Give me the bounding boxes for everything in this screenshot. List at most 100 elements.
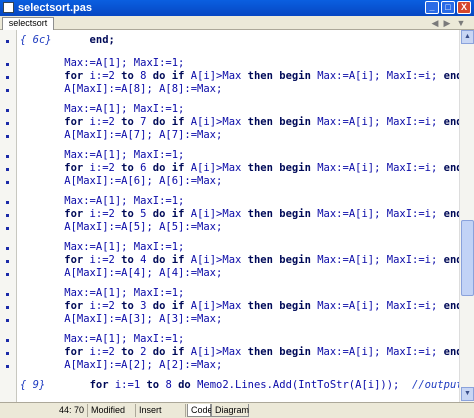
code-text: i:= — [83, 254, 109, 266]
code-keyword: do — [146, 162, 172, 174]
code-keyword: begin — [279, 162, 311, 174]
code-text: A[MaxI]:=A[2]; A[2]:=Max; — [64, 359, 223, 371]
code-text: i:= — [83, 300, 109, 312]
code-keyword: do — [146, 116, 172, 128]
code-editor[interactable]: { 6c} end; Max:=A[1]; MaxI:=1; for i:=2 … — [18, 30, 459, 402]
vertical-scrollbar[interactable]: ▲ ▼ — [459, 30, 474, 402]
code-line: for i:=2 to 7 do if A[i]>Max then begin … — [20, 116, 459, 129]
code-text: Max:=A[i]; MaxI:=i; — [310, 254, 444, 266]
minimize-button[interactable]: _ — [425, 1, 439, 14]
scroll-up-arrow-icon[interactable]: ▲ — [461, 30, 474, 44]
code-keyword: if — [171, 70, 185, 82]
code-keyword: if — [171, 254, 185, 266]
line-number-comment: { 6c} — [20, 34, 52, 46]
code-keyword: do — [146, 254, 172, 266]
code-keyword: do — [146, 70, 172, 82]
code-text: A[MaxI]:=A[5]; A[5]:=Max; — [64, 221, 223, 233]
line-marker — [6, 247, 9, 250]
code-line: Max:=A[1]; MaxI:=1; — [20, 149, 184, 162]
code-text: i:= — [83, 116, 109, 128]
code-line: Max:=A[1]; MaxI:=1; — [20, 241, 184, 254]
code-text: Max:=A[i]; MaxI:=i; — [310, 208, 444, 220]
code-line: { 6c} end; — [20, 34, 115, 47]
code-keyword: end; — [443, 116, 459, 128]
line-marker — [6, 40, 9, 43]
maximize-button[interactable]: □ — [441, 1, 455, 14]
code-keyword: if — [171, 208, 185, 220]
code-keyword: if — [171, 346, 185, 358]
code-text: i:= — [108, 379, 134, 391]
code-keyword: begin — [279, 208, 311, 220]
code-text: A[MaxI]:=A[6]; A[6]:=Max; — [64, 175, 223, 187]
line-marker — [6, 365, 9, 368]
editor-gutter — [0, 30, 17, 402]
forward-arrow-icon[interactable]: ▶ — [441, 18, 453, 28]
code-keyword: to — [114, 346, 141, 358]
tab-code[interactable]: Code — [187, 404, 213, 417]
line-marker — [6, 76, 9, 79]
code-text: A[i]>Max — [184, 70, 248, 82]
code-keyword: for — [89, 379, 109, 391]
code-text: i:= — [83, 70, 109, 82]
code-line: for i:=2 to 8 do if A[i]>Max then begin … — [20, 70, 459, 83]
code-line: A[MaxI]:=A[8]; A[8]:=Max; — [20, 83, 222, 96]
line-marker — [6, 339, 9, 342]
scroll-down-arrow-icon[interactable]: ▼ — [461, 387, 474, 401]
code-keyword: end; — [443, 300, 459, 312]
code-keyword: begin — [279, 254, 311, 266]
line-marker — [6, 319, 9, 322]
code-line: Max:=A[1]; MaxI:=1; — [20, 57, 184, 70]
line-marker — [6, 135, 9, 138]
code-keyword: then — [247, 70, 273, 82]
tab-diagram[interactable]: Diagram — [211, 404, 249, 417]
line-marker — [6, 89, 9, 92]
code-keyword: do — [146, 208, 172, 220]
code-text: Max:=A[1]; MaxI:=1; — [64, 241, 185, 253]
close-button[interactable]: X — [457, 1, 471, 14]
code-text: A[i]>Max — [184, 254, 248, 266]
code-keyword: end; — [89, 34, 115, 46]
tab-selectsort[interactable]: selectsort — [2, 17, 54, 30]
code-text: Max:=A[i]; MaxI:=i; — [310, 70, 444, 82]
code-keyword: to — [114, 208, 141, 220]
line-marker — [6, 201, 9, 204]
status-bar: 44: 70 Modified Insert Code Diagram — [0, 402, 474, 418]
code-keyword: to — [114, 254, 141, 266]
line-marker — [6, 273, 9, 276]
insert-mode-indicator: Insert — [136, 404, 186, 417]
code-keyword: then — [247, 162, 273, 174]
line-marker — [6, 293, 9, 296]
code-line: A[MaxI]:=A[7]; A[7]:=Max; — [20, 129, 222, 142]
code-keyword: for — [64, 254, 84, 266]
code-text: Max:=A[1]; MaxI:=1; — [64, 333, 185, 345]
line-marker — [6, 63, 9, 66]
code-line: Max:=A[1]; MaxI:=1; — [20, 287, 184, 300]
back-arrow-icon[interactable]: ◀ — [429, 18, 441, 28]
code-keyword: to — [140, 379, 166, 391]
code-keyword: for — [64, 346, 84, 358]
code-keyword: begin — [279, 70, 311, 82]
code-line: A[MaxI]:=A[4]; A[4]:=Max; — [20, 267, 222, 280]
code-text: Max:=A[i]; MaxI:=i; — [310, 346, 444, 358]
code-line: for i:=2 to 2 do if A[i]>Max then begin … — [20, 346, 459, 359]
code-line: Max:=A[1]; MaxI:=1; — [20, 333, 184, 346]
code-keyword: do — [146, 300, 172, 312]
line-marker — [6, 306, 9, 309]
code-line: for i:=2 to 5 do if A[i]>Max then begin … — [20, 208, 459, 221]
line-marker — [6, 260, 9, 263]
code-text: A[i]>Max — [184, 116, 248, 128]
dropdown-arrow-icon[interactable]: ▼ — [455, 18, 467, 28]
code-text: A[i]>Max — [184, 162, 248, 174]
line-marker — [6, 181, 9, 184]
line-marker — [6, 352, 9, 355]
code-text: Memo2.Lines.Add(IntToStr(A[i])); — [197, 379, 400, 391]
code-line: A[MaxI]:=A[6]; A[6]:=Max; — [20, 175, 222, 188]
code-text: Max:=A[1]; MaxI:=1; — [64, 195, 185, 207]
editor-tab-bar: selectsort ◀ ▶ ▼ — [0, 16, 474, 30]
code-keyword: for — [64, 70, 84, 82]
line-marker — [6, 214, 9, 217]
code-line: Max:=A[1]; MaxI:=1; — [20, 103, 184, 116]
code-text: Max:=A[1]; MaxI:=1; — [64, 149, 185, 161]
scrollbar-thumb[interactable] — [461, 220, 474, 296]
code-keyword: then — [247, 116, 273, 128]
